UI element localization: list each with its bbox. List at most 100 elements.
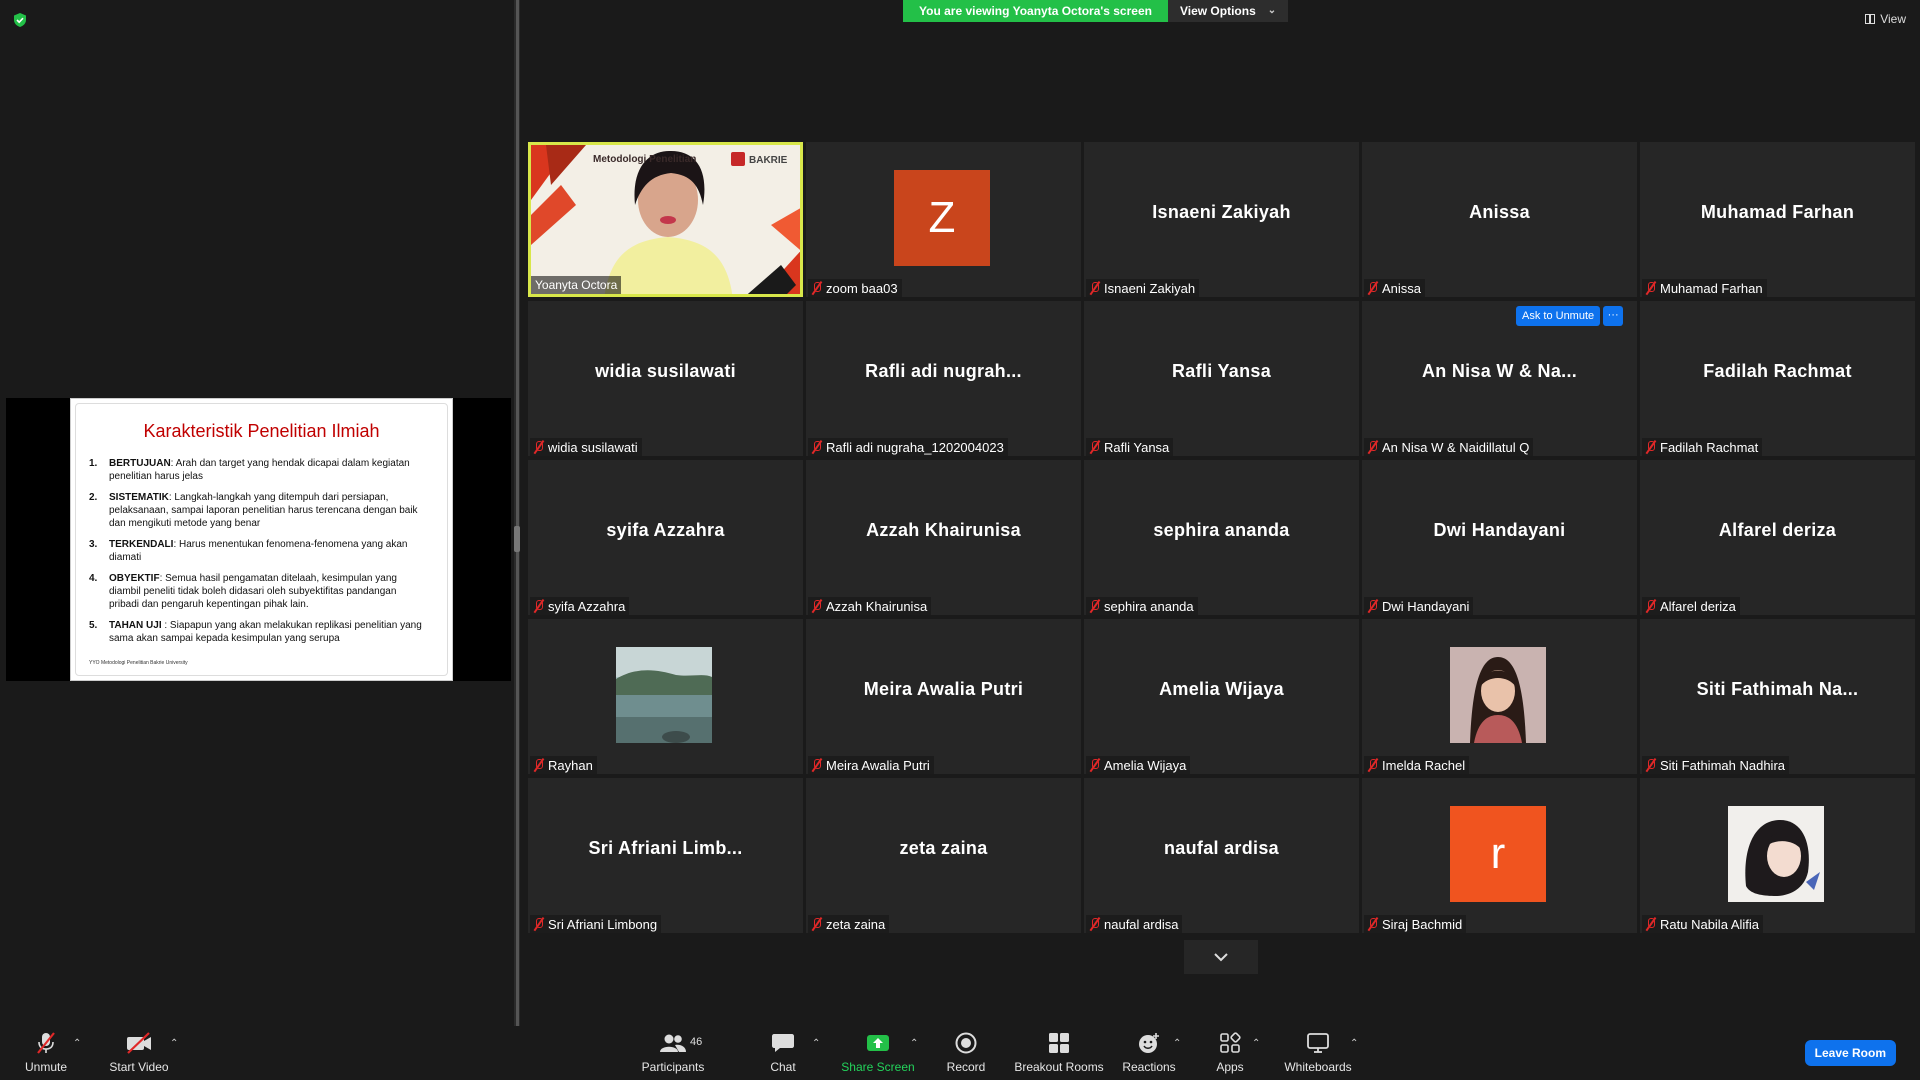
participant-tile[interactable]: sephira ananda sephira ananda [1084,460,1359,615]
participant-tile[interactable]: naufal ardisa naufal ardisa [1084,778,1359,933]
bakrie-logo-text: BAKRIE [749,155,788,166]
view-layout-button[interactable]: View [1865,12,1906,26]
participant-name: Rayhan [548,757,593,773]
slide-list-item: 5. TAHAN UJI : Siapapun yang akan melakuk… [89,619,426,645]
slide-list-item: 4. OBYEKTIF: Semua hasil pengamatan ditel… [89,572,426,611]
smiley-reaction-icon [1137,1030,1161,1056]
view-layout-label: View [1880,12,1906,26]
viewing-screen-label: You are viewing Yoanyta Octora's screen [903,0,1168,22]
participant-tile[interactable]: Amelia Wijaya Amelia Wijaya [1084,619,1359,774]
mic-muted-icon [1646,917,1656,931]
tile-more-options-button[interactable]: ··· [1603,306,1624,326]
participant-name: Rafli Yansa [1104,439,1170,455]
participant-name-bar: zeta zaina [808,915,890,933]
encryption-shield-icon[interactable] [12,12,28,28]
record-label: Record [946,1060,986,1074]
participant-name: Fadilah Rachmat [1660,439,1759,455]
participant-tile[interactable]: Rayhan [528,619,803,774]
participant-tile[interactable]: Z zoom baa03 [806,142,1081,297]
participant-tile[interactable]: Dwi Handayani Dwi Handayani [1362,460,1637,615]
share-options-caret-icon[interactable]: ⌃ [910,1038,918,1049]
view-options-button[interactable]: View Options ⌄ [1167,0,1289,22]
participant-name-bar: An Nisa W & Naidillatul Q [1364,438,1534,456]
share-screen-button[interactable]: Share Screen [838,1026,918,1080]
item-term: BERTUJUAN [109,458,171,469]
mic-muted-icon [812,440,822,454]
splitter-bar [516,0,519,1026]
participant-name-bar: Amelia Wijaya [1086,756,1191,774]
participant-tile[interactable]: Fadilah Rachmat Fadilah Rachmat [1640,301,1915,456]
video-options-caret-icon[interactable]: ⌃ [170,1038,178,1049]
participant-name: Azzah Khairunisa [826,598,928,614]
start-video-button[interactable]: Start Video [104,1026,174,1080]
participant-tile[interactable]: Ratu Nabila Alifia [1640,778,1915,933]
participant-tile[interactable]: widia susilawati widia susilawati [528,301,803,456]
mic-muted-icon [1368,440,1378,454]
participant-tile[interactable]: Muhamad Farhan Muhamad Farhan [1640,142,1915,297]
participant-tile[interactable]: Isnaeni Zakiyah Isnaeni Zakiyah [1084,142,1359,297]
start-video-label: Start Video [109,1060,169,1074]
participant-display-name: zeta zaina [899,838,988,858]
viewing-banner: You are viewing Yoanyta Octora's screen … [903,0,1289,22]
mic-muted-icon [1090,917,1100,931]
mic-muted-icon [1646,440,1656,454]
participant-display-name: Muhamad Farhan [1700,202,1855,222]
participant-tile[interactable]: Sri Afriani Limb... Sri Afriani Limbong [528,778,803,933]
participant-tile-speaker[interactable]: Metodologi Penelitian BAKRIE Yoanyta Oct… [528,142,803,297]
participant-name-bar: Yoanyta Octora [531,276,622,294]
participants-button[interactable]: Participants [640,1026,706,1080]
breakout-rooms-label: Breakout Rooms [1014,1060,1104,1074]
participant-name: Anissa [1382,280,1422,296]
mic-muted-icon [1090,758,1100,772]
participant-tile[interactable]: syifa Azzahra syifa Azzahra [528,460,803,615]
participant-tile[interactable]: Meira Awalia Putri Meira Awalia Putri [806,619,1081,774]
participant-tile[interactable]: Imelda Rachel [1362,619,1637,774]
mic-muted-icon [534,599,544,613]
participant-tile[interactable]: zeta zaina zeta zaina [806,778,1081,933]
participant-display-name: Alfarel deriza [1718,520,1837,540]
apps-options-caret-icon[interactable]: ⌃ [1252,1038,1260,1049]
participant-tile[interactable]: Alfarel deriza Alfarel deriza [1640,460,1915,615]
slide-list-item: 2. SISTEMATIK: Langkah-langkah yang ditem… [89,491,426,530]
participant-tile[interactable]: Rafli Yansa Rafli Yansa [1084,301,1359,456]
gallery-next-page-button[interactable] [1184,940,1258,974]
unmute-button[interactable]: Unmute [16,1026,76,1080]
chat-options-caret-icon[interactable]: ⌃ [812,1038,820,1049]
participant-name: Siti Fathimah Nadhira [1660,757,1785,773]
leave-room-button[interactable]: Leave Room [1804,1040,1896,1066]
participant-name-bar: Siti Fathimah Nadhira [1642,756,1789,774]
participant-tile[interactable]: Azzah Khairunisa Azzah Khairunisa [806,460,1081,615]
apps-icon [1219,1030,1241,1056]
video-off-icon [125,1030,153,1056]
chat-button[interactable]: Chat [760,1026,806,1080]
participant-name: Meira Awalia Putri [826,757,930,773]
participant-name-bar: Ratu Nabila Alifia [1642,915,1763,933]
breakout-rooms-button[interactable]: Breakout Rooms [1012,1026,1106,1080]
participant-name-bar: Imelda Rachel [1364,756,1470,774]
participant-tile[interactable]: Rafli adi nugrah... Rafli adi nugraha_12… [806,301,1081,456]
participant-name: Dwi Handayani [1382,598,1470,614]
participant-display-name: Dwi Handayani [1433,520,1566,540]
participant-name: naufal ardisa [1104,916,1179,932]
reactions-button[interactable]: Reactions [1122,1026,1176,1080]
participant-name-bar: Alfarel deriza [1642,597,1740,615]
apps-button[interactable]: Apps [1212,1026,1248,1080]
breakout-rooms-icon [1048,1030,1070,1056]
participant-tile[interactable]: Siti Fathimah Na... Siti Fathimah Nadhir… [1640,619,1915,774]
reactions-options-caret-icon[interactable]: ⌃ [1173,1038,1181,1049]
mic-muted-icon [812,281,822,295]
participant-tile[interactable]: Anissa Anissa [1362,142,1637,297]
participant-display-name: Amelia Wijaya [1159,679,1284,699]
whiteboards-options-caret-icon[interactable]: ⌃ [1350,1038,1358,1049]
audio-options-caret-icon[interactable]: ⌃ [73,1038,81,1049]
ask-to-unmute-button[interactable]: Ask to Unmute [1516,306,1601,326]
whiteboard-icon [1306,1030,1330,1056]
participant-tile[interactable]: r Siraj Bachmid [1362,778,1637,933]
participant-name-bar: widia susilawati [530,438,642,456]
record-button[interactable]: Record [940,1026,992,1080]
whiteboards-button[interactable]: Whiteboards [1280,1026,1356,1080]
participant-name-bar: Rafli Yansa [1086,438,1174,456]
participant-name-bar: Fadilah Rachmat [1642,438,1763,456]
share-screen-icon [865,1030,891,1056]
participant-name-bar: zoom baa03 [808,279,902,297]
